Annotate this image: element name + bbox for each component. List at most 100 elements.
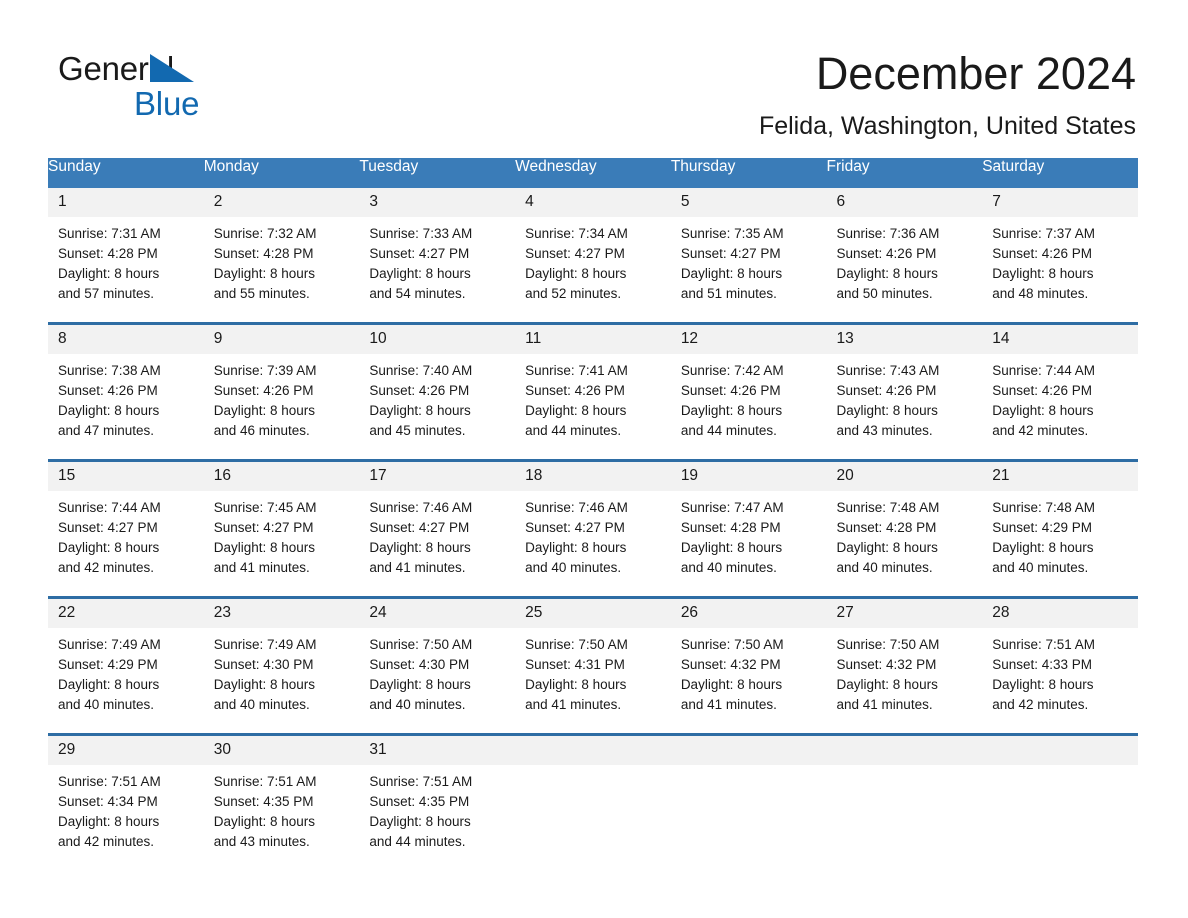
- sunrise-text: Sunrise: 7:43 AM: [836, 363, 940, 378]
- daylight-text-line2: and 46 minutes.: [213, 423, 310, 438]
- sunrise-text: Sunrise: 7:38 AM: [58, 363, 161, 378]
- day-cell[interactable]: Sunrise: 7:38 AM Sunset: 4:26 PM Dayligh…: [48, 354, 204, 461]
- day-cell[interactable]: Sunrise: 7:50 AM Sunset: 4:30 PM Dayligh…: [359, 628, 515, 735]
- sunset-text: Sunset: 4:32 PM: [680, 657, 781, 672]
- day-number[interactable]: 20: [826, 459, 983, 491]
- sunrise-text: Sunrise: 7:46 AM: [525, 500, 628, 515]
- day-cell[interactable]: Sunrise: 7:34 AM Sunset: 4:27 PM Dayligh…: [515, 217, 671, 324]
- day-cell[interactable]: Sunrise: 7:42 AM Sunset: 4:26 PM Dayligh…: [671, 354, 827, 461]
- day-number[interactable]: 16: [203, 459, 360, 491]
- day-number[interactable]: 25: [515, 596, 671, 628]
- daylight-text-line2: and 40 minutes.: [369, 697, 466, 712]
- day-number[interactable]: 7: [982, 188, 1138, 217]
- day-cell[interactable]: Sunrise: 7:50 AM Sunset: 4:32 PM Dayligh…: [827, 628, 983, 735]
- week-row-details: Sunrise: 7:49 AM Sunset: 4:29 PM Dayligh…: [48, 628, 1138, 735]
- day-number[interactable]: 6: [826, 188, 983, 217]
- day-number[interactable]: 12: [670, 322, 827, 354]
- day-cell[interactable]: Sunrise: 7:49 AM Sunset: 4:29 PM Dayligh…: [48, 628, 204, 735]
- daylight-text-line1: Daylight: 8 hours: [836, 403, 938, 418]
- day-number[interactable]: 23: [203, 596, 360, 628]
- day-number[interactable]: 9: [203, 322, 360, 354]
- day-number[interactable]: 31: [359, 733, 516, 765]
- sunset-text: Sunset: 4:35 PM: [369, 794, 470, 809]
- day-number[interactable]: 26: [670, 596, 827, 628]
- day-cell[interactable]: Sunrise: 7:35 AM Sunset: 4:27 PM Dayligh…: [671, 217, 827, 324]
- day-cell[interactable]: Sunrise: 7:37 AM Sunset: 4:26 PM Dayligh…: [982, 217, 1138, 324]
- day-cell[interactable]: Sunrise: 7:39 AM Sunset: 4:26 PM Dayligh…: [204, 354, 360, 461]
- daylight-text-line2: and 41 minutes.: [213, 560, 310, 575]
- day-number[interactable]: 15: [48, 459, 204, 491]
- day-cell[interactable]: Sunrise: 7:48 AM Sunset: 4:28 PM Dayligh…: [827, 491, 983, 598]
- sunrise-text: Sunrise: 7:50 AM: [369, 637, 473, 652]
- day-cell[interactable]: Sunrise: 7:51 AM Sunset: 4:33 PM Dayligh…: [982, 628, 1138, 735]
- day-number[interactable]: 5: [670, 188, 827, 217]
- sunset-text: Sunset: 4:30 PM: [369, 657, 470, 672]
- daylight-text-line1: Daylight: 8 hours: [58, 814, 160, 829]
- day-number[interactable]: 1: [48, 188, 204, 217]
- day-cell[interactable]: Sunrise: 7:50 AM Sunset: 4:31 PM Dayligh…: [515, 628, 671, 735]
- day-cell[interactable]: Sunrise: 7:33 AM Sunset: 4:27 PM Dayligh…: [359, 217, 515, 324]
- daylight-text-line2: and 55 minutes.: [213, 286, 310, 301]
- day-cell[interactable]: Sunrise: 7:51 AM Sunset: 4:35 PM Dayligh…: [359, 765, 515, 870]
- day-cell[interactable]: Sunrise: 7:48 AM Sunset: 4:29 PM Dayligh…: [982, 491, 1138, 598]
- sunset-text: Sunset: 4:28 PM: [58, 246, 158, 261]
- daylight-text-line2: and 42 minutes.: [58, 560, 155, 575]
- day-cell[interactable]: Sunrise: 7:46 AM Sunset: 4:27 PM Dayligh…: [359, 491, 515, 598]
- day-number[interactable]: 14: [982, 322, 1138, 354]
- day-cell[interactable]: Sunrise: 7:40 AM Sunset: 4:26 PM Dayligh…: [359, 354, 515, 461]
- day-cell[interactable]: Sunrise: 7:32 AM Sunset: 4:28 PM Dayligh…: [204, 217, 360, 324]
- day-number[interactable]: 29: [48, 733, 204, 765]
- day-cell[interactable]: Sunrise: 7:51 AM Sunset: 4:34 PM Dayligh…: [48, 765, 204, 870]
- day-number[interactable]: 8: [48, 322, 204, 354]
- page-header: General Blue December 2024 Felida, Washi…: [0, 0, 1188, 141]
- day-number[interactable]: 27: [826, 596, 983, 628]
- day-number[interactable]: 21: [982, 459, 1138, 491]
- weekday-header-saturday: Saturday: [982, 158, 1138, 188]
- day-number[interactable]: 18: [515, 459, 671, 491]
- day-number[interactable]: 3: [359, 188, 516, 217]
- day-cell[interactable]: Sunrise: 7:49 AM Sunset: 4:30 PM Dayligh…: [204, 628, 360, 735]
- daylight-text-line2: and 41 minutes.: [525, 697, 622, 712]
- generalblue-logo[interactable]: General Blue: [58, 52, 288, 122]
- day-cell[interactable]: Sunrise: 7:44 AM Sunset: 4:26 PM Dayligh…: [982, 354, 1138, 461]
- day-number-empty: [982, 733, 1138, 765]
- daylight-text-line1: Daylight: 8 hours: [836, 540, 938, 555]
- sunrise-text: Sunrise: 7:50 AM: [836, 637, 940, 652]
- day-cell[interactable]: Sunrise: 7:43 AM Sunset: 4:26 PM Dayligh…: [827, 354, 983, 461]
- day-number-empty: [826, 733, 983, 765]
- daylight-text-line2: and 40 minutes.: [58, 697, 155, 712]
- day-number[interactable]: 2: [203, 188, 360, 217]
- day-number[interactable]: 13: [826, 322, 983, 354]
- sunrise-text: Sunrise: 7:50 AM: [525, 637, 628, 652]
- day-cell[interactable]: Sunrise: 7:44 AM Sunset: 4:27 PM Dayligh…: [48, 491, 204, 598]
- daylight-text-line1: Daylight: 8 hours: [525, 266, 627, 281]
- day-cell[interactable]: Sunrise: 7:45 AM Sunset: 4:27 PM Dayligh…: [204, 491, 360, 598]
- day-cell[interactable]: Sunrise: 7:47 AM Sunset: 4:28 PM Dayligh…: [671, 491, 827, 598]
- day-number-empty: [515, 733, 671, 765]
- day-number[interactable]: 24: [359, 596, 516, 628]
- day-number[interactable]: 10: [359, 322, 516, 354]
- day-number[interactable]: 30: [203, 733, 360, 765]
- day-cell[interactable]: Sunrise: 7:31 AM Sunset: 4:28 PM Dayligh…: [48, 217, 204, 324]
- daylight-text-line1: Daylight: 8 hours: [58, 540, 160, 555]
- day-cell[interactable]: Sunrise: 7:46 AM Sunset: 4:27 PM Dayligh…: [515, 491, 671, 598]
- title-block: December 2024 Felida, Washington, United…: [759, 50, 1136, 141]
- day-cell[interactable]: Sunrise: 7:36 AM Sunset: 4:26 PM Dayligh…: [827, 217, 983, 324]
- daylight-text-line2: and 41 minutes.: [680, 697, 777, 712]
- sunset-text: Sunset: 4:27 PM: [525, 520, 625, 535]
- day-number[interactable]: 19: [670, 459, 827, 491]
- day-number[interactable]: 17: [359, 459, 516, 491]
- day-cell[interactable]: Sunrise: 7:51 AM Sunset: 4:35 PM Dayligh…: [204, 765, 360, 870]
- day-number[interactable]: 22: [48, 596, 204, 628]
- daylight-text-line2: and 43 minutes.: [836, 423, 933, 438]
- day-cell[interactable]: Sunrise: 7:50 AM Sunset: 4:32 PM Dayligh…: [671, 628, 827, 735]
- sunrise-text: Sunrise: 7:51 AM: [58, 774, 161, 789]
- daylight-text-line1: Daylight: 8 hours: [213, 403, 316, 418]
- day-number[interactable]: 4: [515, 188, 671, 217]
- daylight-text-line1: Daylight: 8 hours: [525, 540, 627, 555]
- sunrise-text: Sunrise: 7:34 AM: [525, 226, 628, 241]
- daylight-text-line1: Daylight: 8 hours: [213, 814, 316, 829]
- day-cell[interactable]: Sunrise: 7:41 AM Sunset: 4:26 PM Dayligh…: [515, 354, 671, 461]
- day-number[interactable]: 11: [515, 322, 671, 354]
- day-number[interactable]: 28: [982, 596, 1138, 628]
